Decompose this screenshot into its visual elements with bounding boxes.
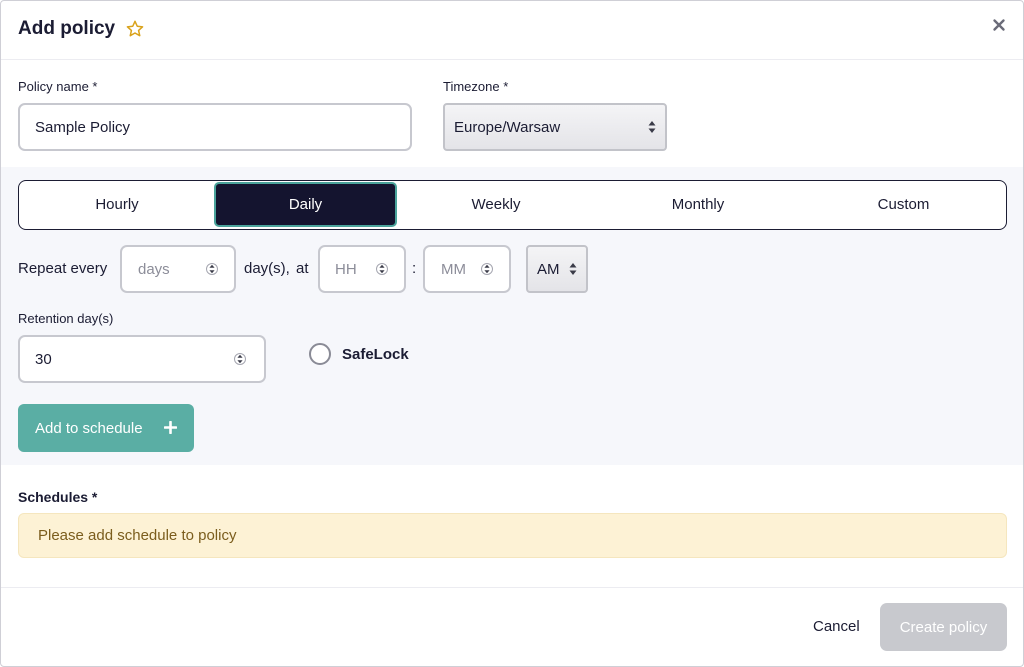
timezone-select[interactable]: Europe/Warsaw (443, 103, 667, 151)
ampm-select[interactable]: AM (526, 245, 588, 293)
stepper-icon[interactable] (234, 351, 246, 367)
cancel-button[interactable]: Cancel (813, 618, 860, 635)
select-arrows-icon (648, 121, 656, 133)
at-label: at (296, 260, 309, 277)
stepper-icon[interactable] (481, 261, 493, 277)
minute-placeholder: MM (441, 260, 466, 278)
dialog-title: Add policy (18, 18, 116, 39)
retention-value: 30 (35, 350, 52, 368)
stepper-icon[interactable] (206, 261, 218, 277)
plus-icon (164, 421, 177, 434)
safelock-label: SafeLock (342, 346, 409, 363)
tab-hourly[interactable]: Hourly (19, 181, 215, 228)
timezone-label: Timezone * (443, 79, 509, 94)
dialog-header: Add policy (1, 1, 1023, 60)
empty-schedule-notice: Please add schedule to policy (18, 513, 1007, 558)
add-to-schedule-label: Add to schedule (35, 419, 143, 437)
retention-label: Retention day(s) (18, 311, 114, 326)
policy-name-input[interactable]: Sample Policy (18, 103, 412, 151)
tab-daily[interactable]: Daily (214, 182, 397, 227)
star-icon[interactable] (125, 19, 145, 39)
days-suffix: day(s), (244, 260, 290, 277)
frequency-tabs: Hourly Daily Weekly Monthly Custom (18, 180, 1007, 230)
policy-name-label: Policy name * (18, 79, 98, 94)
repeat-every-label: Repeat every (18, 260, 108, 277)
tab-weekly[interactable]: Weekly (397, 181, 595, 228)
add-policy-dialog: Add policy Policy name * Sample Policy T… (0, 0, 1024, 667)
select-arrows-icon (569, 263, 577, 275)
retention-input[interactable]: 30 (18, 335, 266, 383)
create-policy-button[interactable]: Create policy (880, 603, 1007, 651)
ampm-value: AM (537, 260, 560, 278)
policy-name-value: Sample Policy (35, 118, 131, 136)
tab-monthly[interactable]: Monthly (595, 181, 801, 228)
time-colon: : (412, 260, 417, 277)
stepper-icon[interactable] (376, 261, 388, 277)
create-policy-label: Create policy (899, 618, 988, 636)
empty-schedule-text: Please add schedule to policy (38, 527, 237, 544)
minute-input[interactable]: MM (423, 245, 511, 293)
schedules-title: Schedules * (18, 489, 98, 505)
close-icon[interactable] (992, 18, 1006, 32)
days-input[interactable]: days (120, 245, 236, 293)
hour-input[interactable]: HH (318, 245, 406, 293)
days-placeholder: days (138, 260, 170, 278)
safelock-checkbox[interactable] (309, 343, 331, 365)
hour-placeholder: HH (335, 260, 357, 278)
timezone-value: Europe/Warsaw (454, 118, 561, 136)
tab-custom[interactable]: Custom (801, 181, 1006, 228)
add-to-schedule-button[interactable]: Add to schedule (18, 404, 194, 452)
dialog-footer (1, 587, 1023, 666)
